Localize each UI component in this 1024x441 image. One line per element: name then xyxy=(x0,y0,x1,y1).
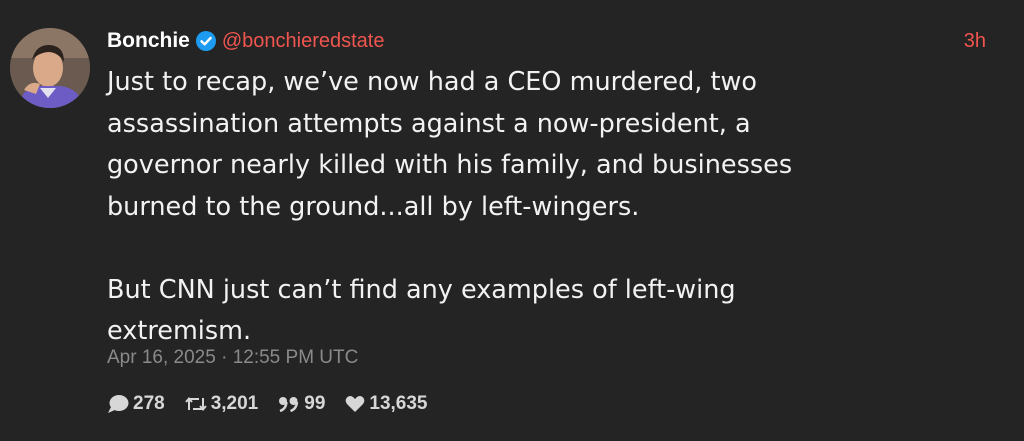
body-line: governor nearly killed with his family, … xyxy=(107,150,793,180)
avatar-photo-icon xyxy=(10,28,90,108)
body-line: assassination attempts against a now-pre… xyxy=(107,108,751,139)
author-avatar[interactable] xyxy=(10,28,90,108)
body-line: Just to recap, we’ve now had a CEO murde… xyxy=(107,67,757,97)
repost-count: 3,201 xyxy=(210,393,259,414)
body-line: burned to the ground...all by left-winge… xyxy=(107,191,640,222)
heart-icon xyxy=(345,395,365,413)
post-timestamp[interactable]: Apr 16, 2025 · 12:55 PM UTC xyxy=(107,347,358,369)
like-stat[interactable]: 13,635 xyxy=(345,393,428,415)
reply-count: 278 xyxy=(133,393,165,414)
post-card: Bonchie @bonchieredstate 3h Just to reca… xyxy=(0,0,1024,441)
engagement-stats: 278 3,201 99 13,635 xyxy=(107,391,448,417)
quote-marks-icon xyxy=(278,396,300,412)
reply-stat[interactable]: 278 xyxy=(107,393,165,415)
post-header: Bonchie @bonchieredstate xyxy=(107,27,384,55)
repost-stat[interactable]: 3,201 xyxy=(184,393,259,415)
author-name[interactable]: Bonchie xyxy=(107,29,190,53)
body-line: But CNN just can’t find any examples of … xyxy=(107,274,736,305)
relative-time[interactable]: 3h xyxy=(964,30,986,53)
quote-count: 99 xyxy=(304,393,326,414)
author-handle[interactable]: @bonchieredstate xyxy=(222,30,385,53)
quote-stat[interactable]: 99 xyxy=(278,393,325,415)
verified-badge-icon xyxy=(195,30,217,52)
repost-arrows-icon xyxy=(184,395,207,413)
post-body: Just to recap, we’ve now had a CEO murde… xyxy=(107,62,987,353)
speech-bubble-icon xyxy=(107,394,129,414)
like-count: 13,635 xyxy=(369,393,428,414)
